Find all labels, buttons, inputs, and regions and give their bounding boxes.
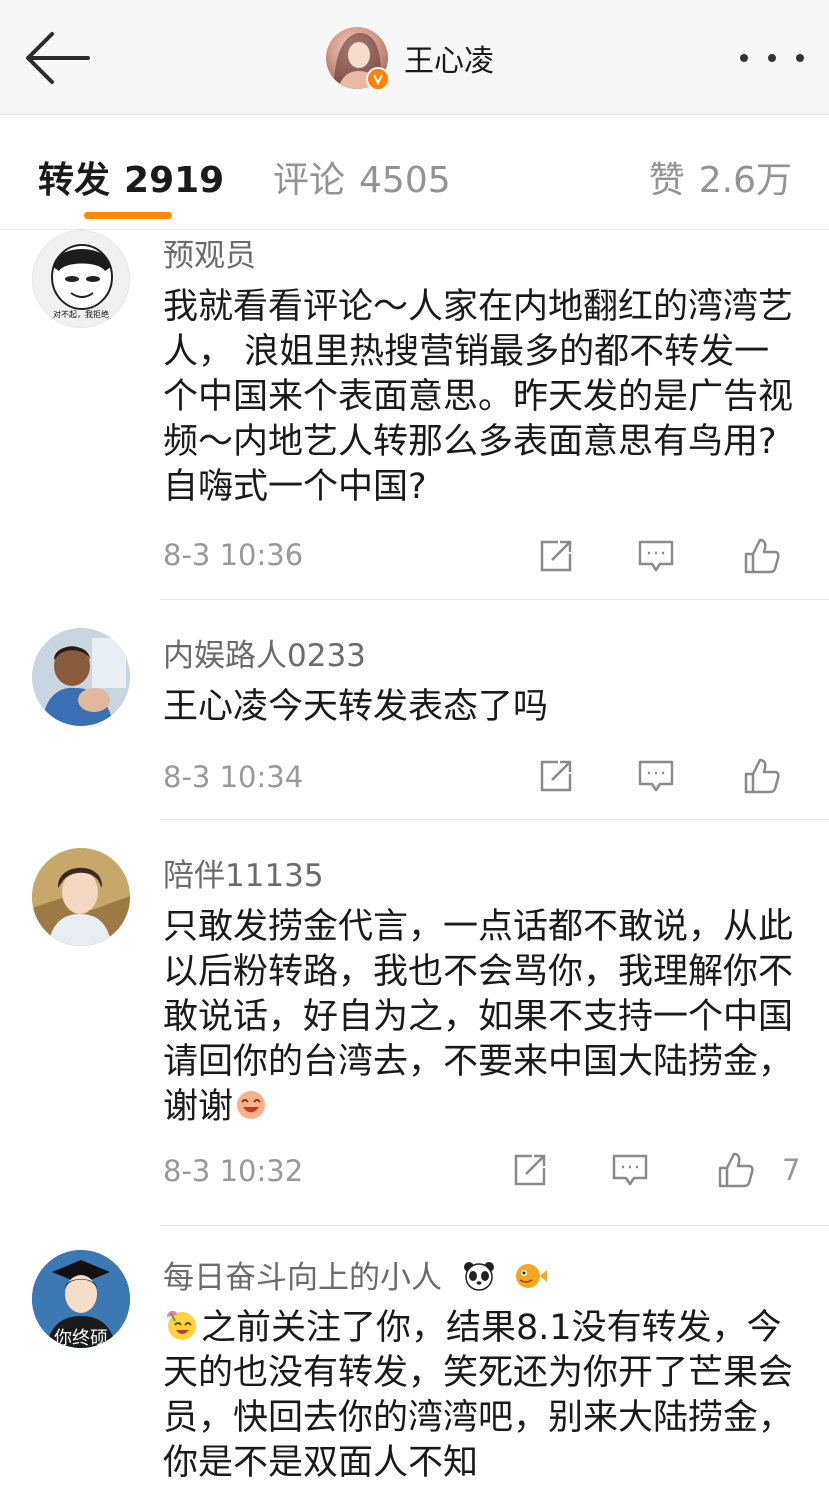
laughing-emoji-icon (237, 1091, 266, 1119)
avatar[interactable]: 你终硕 (32, 1250, 130, 1348)
back-button[interactable] (22, 30, 92, 86)
panda-emoji-icon (463, 1262, 494, 1291)
comment-text: 我就看看评论～人家在内地翻红的湾湾艺人， 浪姐里热搜营销最多的都不转发一个中国来… (163, 287, 794, 507)
tab-repost[interactable]: 转发 2919 (38, 151, 224, 203)
tab-comment-label: 评论 (273, 160, 346, 201)
like-thumb-icon[interactable] (742, 536, 782, 576)
active-tab-indicator (84, 212, 172, 219)
list-item: 内娱路人0233 王心凌今天转发表态了吗 8-3 10:34 (0, 600, 829, 820)
username[interactable]: 内娱路人0233 (163, 630, 366, 675)
like-thumb-icon[interactable] (716, 1150, 756, 1190)
more-dot-icon (796, 54, 804, 62)
profile-header[interactable]: 王心凌 (326, 27, 494, 91)
avatar[interactable] (32, 848, 130, 946)
header-title: 王心凌 (404, 44, 494, 79)
like-thumb-icon[interactable] (742, 756, 782, 796)
repost-icon[interactable] (536, 536, 576, 576)
repost-icon[interactable] (510, 1150, 550, 1190)
action-bar (536, 756, 796, 796)
avatar[interactable]: 对不起，我拒绝 (32, 230, 130, 328)
list-item: 陪伴11135 只敢发捞金代言，一点话都不敢说，从此以后粉转路，我也不会骂你，我… (0, 820, 829, 1226)
timestamp: 8-3 10:34 (163, 760, 304, 794)
more-dot-icon (768, 54, 776, 62)
comment-text: 只敢发捞金代言，一点话都不敢说，从此以后粉转路，我也不会骂你，我理解你不敢说话，… (163, 905, 803, 1130)
timestamp: 8-3 10:36 (163, 538, 304, 572)
header-avatar[interactable] (326, 27, 390, 91)
like-count: 7 (782, 1153, 801, 1187)
username[interactable]: 预观员 (163, 230, 256, 275)
top-bar: 王心凌 (0, 0, 829, 115)
tab-like-label: 赞 (648, 160, 685, 201)
verified-badge-icon (366, 67, 390, 91)
avatar-caption: 你终硕 (54, 1328, 108, 1348)
tab-repost-label: 转发 (38, 160, 111, 201)
list-item: 对不起，我拒绝 预观员 我就看看评论～人家在内地翻红的湾湾艺人， 浪姐里热搜营销… (0, 230, 829, 600)
action-bar (536, 536, 796, 576)
tab-like-count: 2.6万 (698, 160, 792, 201)
timestamp: 8-3 10:32 (163, 1154, 304, 1188)
username[interactable]: 每日奋斗向上的小人 (163, 1252, 548, 1297)
comment-text-body: 之前关注了你，结果8.1没有转发，今天的也没有转发，笑死还为你开了芒果会员，快回… (163, 1308, 794, 1483)
avatar[interactable] (32, 628, 130, 726)
tab-repost-count: 2919 (124, 160, 225, 201)
comment-text: 之前关注了你，结果8.1没有转发，今天的也没有转发，笑死还为你开了芒果会员，快回… (163, 1306, 803, 1486)
comment-text: 王心凌今天转发表态了吗 (163, 687, 549, 727)
action-bar: 7 (510, 1150, 800, 1190)
list-item: 你终硕 每日奋斗向上的小人 之前关注了你，结果8.1没有转发，今天的也没有转发，… (0, 1226, 829, 1496)
more-dot-icon (740, 54, 748, 62)
username[interactable]: 陪伴11135 (163, 850, 324, 895)
tab-bar: 转发 2919 评论 4505 赞 2.6万 (0, 115, 829, 230)
tab-comment-count: 4505 (359, 160, 451, 201)
tab-like[interactable]: 赞 2.6万 (649, 151, 792, 203)
more-options-button[interactable] (740, 46, 804, 70)
repost-list: 对不起，我拒绝 预观员 我就看看评论～人家在内地翻红的湾湾艺人， 浪姐里热搜营销… (0, 230, 829, 1496)
comment-icon[interactable] (610, 1150, 650, 1190)
avatar-caption: 对不起，我拒绝 (53, 310, 109, 319)
flower-smile-emoji-icon (167, 1310, 196, 1340)
comment-icon[interactable] (636, 756, 676, 796)
comment-icon[interactable] (636, 536, 676, 576)
username-text: 每日奋斗向上的小人 (163, 1260, 442, 1296)
tab-comment[interactable]: 评论 4505 (273, 151, 451, 203)
puffer-fish-emoji-icon (515, 1264, 547, 1288)
back-arrow-icon (26, 32, 90, 84)
repost-icon[interactable] (536, 756, 576, 796)
